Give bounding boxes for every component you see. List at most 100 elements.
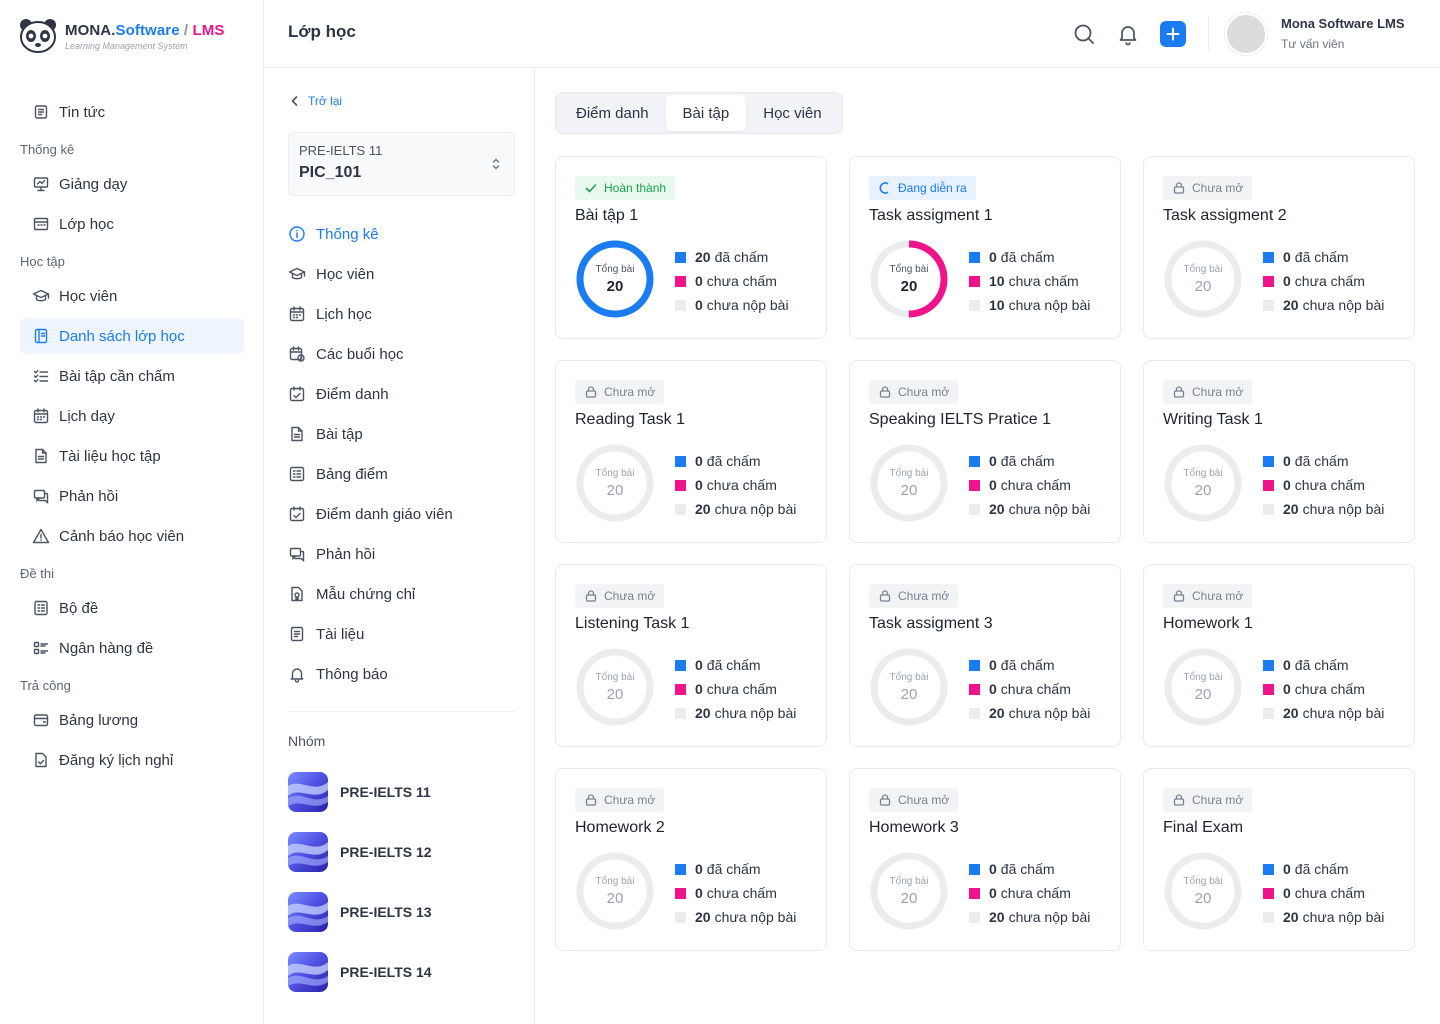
plus-icon xyxy=(1166,27,1180,41)
assignment-card[interactable]: Chưa mở Homework 1 Tổng bài 20 0 đã chấm 0 chưa… xyxy=(1143,564,1415,747)
sidebar-item-lich-day[interactable]: Lịch dạy xyxy=(20,398,244,434)
tab-hoc-vien[interactable]: Học viên xyxy=(746,95,838,131)
back-link-label: Trở lại xyxy=(308,94,343,108)
class-nav-item-label: Thống kê xyxy=(316,225,379,243)
sidebar-item-dang-ky-lich-nghi[interactable]: Đăng ký lịch nghỉ xyxy=(20,742,244,778)
donut-caption: Tổng bài xyxy=(1183,467,1223,479)
notification-bell-icon[interactable] xyxy=(1116,22,1140,46)
class-nav-item-diem-danh-giao-vien[interactable]: Điểm danh giáo viên xyxy=(288,494,515,534)
sidebar-item-lop-hoc[interactable]: Lớp học xyxy=(20,206,244,242)
legend-row-not-submitted: 20 chưa nộp bài xyxy=(1263,293,1384,317)
assignment-card[interactable]: Chưa mở Homework 3 Tổng bài 20 0 đã chấm 0 chưa… xyxy=(849,768,1121,951)
legend-row-graded: 0 đã chấm xyxy=(969,653,1090,677)
sidebar-item-ngan-hang-de[interactable]: Ngân hàng đề xyxy=(20,630,244,666)
class-nav-item-label: Các buổi học xyxy=(316,345,404,363)
legend-label: chưa chấm xyxy=(1000,885,1071,901)
brand[interactable]: MONA.Software / LMS Learning Management … xyxy=(18,18,224,54)
lock-icon xyxy=(585,386,597,398)
legend-row-graded: 0 đã chấm xyxy=(1263,653,1384,677)
legend-row-not-submitted: 20 chưa nộp bài xyxy=(675,905,796,929)
assignment-card[interactable]: Chưa mở Final Exam Tổng bài 20 0 đã chấm 0 chưa… xyxy=(1143,768,1415,951)
assignment-legend: 0 đã chấm 0 chưa chấm 20 chưa nộp bài xyxy=(1263,857,1384,929)
assignment-card[interactable]: Đang diễn ra Task assigment 1 Tổng bài 20 0 đ… xyxy=(849,156,1121,339)
content-tabs: Điểm danh Bài tập Học viên xyxy=(555,92,843,134)
sidebar-item-label: Bộ đề xyxy=(59,599,99,617)
tab-diem-danh[interactable]: Điểm danh xyxy=(559,95,666,131)
donut-total: 20 xyxy=(1194,481,1212,499)
assignment-legend: 0 đã chấm 0 chưa chấm 20 chưa nộp bài xyxy=(969,653,1090,725)
class-nav-item-hoc-vien[interactable]: Học viên xyxy=(288,254,515,294)
class-nav-item-bai-tap[interactable]: Bài tập xyxy=(288,414,515,454)
status-badge: Chưa mở xyxy=(1163,584,1253,608)
group-item[interactable]: PRE-IELTS 11 xyxy=(288,772,515,812)
legend-swatch xyxy=(969,887,980,899)
sidebar-item-phan-hoi[interactable]: Phản hồi xyxy=(20,478,244,514)
class-nav-item-thong-bao[interactable]: Thông báo xyxy=(288,654,515,694)
assignment-card[interactable]: Chưa mở Task assigment 3 Tổng bài 20 0 đã chấ… xyxy=(849,564,1121,747)
status-badge: Chưa mở xyxy=(575,584,665,608)
assignment-card[interactable]: Chưa mở Homework 2 Tổng bài 20 0 đã chấm 0 chưa… xyxy=(555,768,827,951)
legend-row-ungraded: 0 chưa chấm xyxy=(969,473,1090,497)
class-select-label: PRE-IELTS 11 xyxy=(299,143,383,158)
sidebar-item-tin-tuc[interactable]: Tin tức xyxy=(20,94,244,130)
legend-label: đã chấm xyxy=(1000,453,1055,469)
group-item[interactable]: PRE-IELTS 13 xyxy=(288,892,515,932)
class-nav-item-bang-diem[interactable]: Bảng điểm xyxy=(288,454,515,494)
legend-count: 0 xyxy=(1283,885,1291,901)
sidebar-item-hoc-vien[interactable]: Học viên xyxy=(20,278,244,314)
group-thumbnail xyxy=(288,772,328,812)
legend-row-not-submitted: 0 chưa nộp bài xyxy=(675,293,789,317)
assignment-card[interactable]: Hoàn thành Bài tập 1 Tổng bài 20 20 đã chấm 0 c… xyxy=(555,156,827,339)
legend-row-ungraded: 0 chưa chấm xyxy=(675,269,789,293)
group-item[interactable]: PRE-IELTS 14 xyxy=(288,952,515,992)
legend-count: 20 xyxy=(1283,501,1299,517)
sidebar-item-tai-lieu-hoc-tap[interactable]: Tài liệu học tập xyxy=(20,438,244,474)
sidebar-item-bai-tap-can-cham[interactable]: Bài tập cần chấm xyxy=(20,358,244,394)
status-badge: Hoàn thành xyxy=(575,176,676,200)
sidebar-item-label: Bài tập cần chấm xyxy=(59,367,175,385)
assignment-card[interactable]: Chưa mở Reading Task 1 Tổng bài 20 0 đã chấm 0… xyxy=(555,360,827,543)
legend-swatch xyxy=(675,479,686,491)
assignment-card[interactable]: Chưa mở Listening Task 1 Tổng bài 20 0 đã chấ… xyxy=(555,564,827,747)
sidebar-item-bang-luong[interactable]: Bảng lương xyxy=(20,702,244,738)
legend-count: 0 xyxy=(695,657,703,673)
class-select[interactable]: PRE-IELTS 11 PIC_101 xyxy=(288,132,515,196)
sidebar-item-bo-de[interactable]: Bộ đề xyxy=(20,590,244,626)
class-nav-item-phan-hoi[interactable]: Phản hồi xyxy=(288,534,515,574)
donut-center: Tổng bài 20 xyxy=(869,851,949,931)
donut-total: 20 xyxy=(900,685,918,703)
donut-center: Tổng bài 20 xyxy=(869,239,949,319)
donut-caption: Tổng bài xyxy=(595,467,635,479)
class-nav-item-cac-buoi-hoc[interactable]: Các buổi học xyxy=(288,334,515,374)
legend-swatch xyxy=(1263,887,1274,899)
nav-group-label: Trả công xyxy=(20,678,71,693)
group-item[interactable]: PRE-IELTS 12 xyxy=(288,832,515,872)
assignment-card[interactable]: Chưa mở Task assigment 2 Tổng bài 20 0 đã chấ… xyxy=(1143,156,1415,339)
main-nav: Tin tức Thống kê Giảng dạy Lớp học Học tập Họ… xyxy=(20,90,244,778)
chevron-left-icon xyxy=(291,96,298,106)
class-nav-item-thong-ke[interactable]: Thống kê xyxy=(288,214,515,254)
loading-icon xyxy=(879,182,889,194)
class-nav-item-mau-chung-chi[interactable]: Mẫu chứng chỉ xyxy=(288,574,515,614)
sidebar-item-canh-bao-hoc-vien[interactable]: Cảnh báo học viên xyxy=(20,518,244,554)
legend-swatch xyxy=(1263,659,1274,671)
legend-row-not-submitted: 20 chưa nộp bài xyxy=(675,701,796,725)
tab-bai-tap[interactable]: Bài tập xyxy=(665,95,747,131)
sidebar-item-danh-sach-lop-hoc[interactable]: Danh sách lớp học xyxy=(20,318,244,354)
assignment-legend: 20 đã chấm 0 chưa chấm 0 chưa nộp bài xyxy=(675,245,789,317)
search-icon[interactable] xyxy=(1072,22,1096,46)
class-nav-item-diem-danh[interactable]: Điểm danh xyxy=(288,374,515,414)
assignment-card[interactable]: Chưa mở Speaking IELTS Pratice 1 Tổng bài 2… xyxy=(849,360,1121,543)
avatar[interactable] xyxy=(1225,13,1267,55)
sidebar-item-giang-day[interactable]: Giảng dạy xyxy=(20,166,244,202)
legend-row-ungraded: 0 chưa chấm xyxy=(675,677,796,701)
class-nav-item-lich-hoc[interactable]: Lịch học xyxy=(288,294,515,334)
legend-label: đã chấm xyxy=(1294,249,1349,265)
legend-swatch xyxy=(675,863,686,875)
legend-count: 0 xyxy=(989,477,997,493)
assignment-card[interactable]: Chưa mở Writing Task 1 Tổng bài 20 0 đã chấm 0… xyxy=(1143,360,1415,543)
class-nav-item-tai-lieu[interactable]: Tài liệu xyxy=(288,614,515,654)
back-link[interactable]: Trở lại xyxy=(288,94,342,108)
add-button[interactable] xyxy=(1160,21,1186,47)
group-title: Nhóm xyxy=(288,733,326,749)
